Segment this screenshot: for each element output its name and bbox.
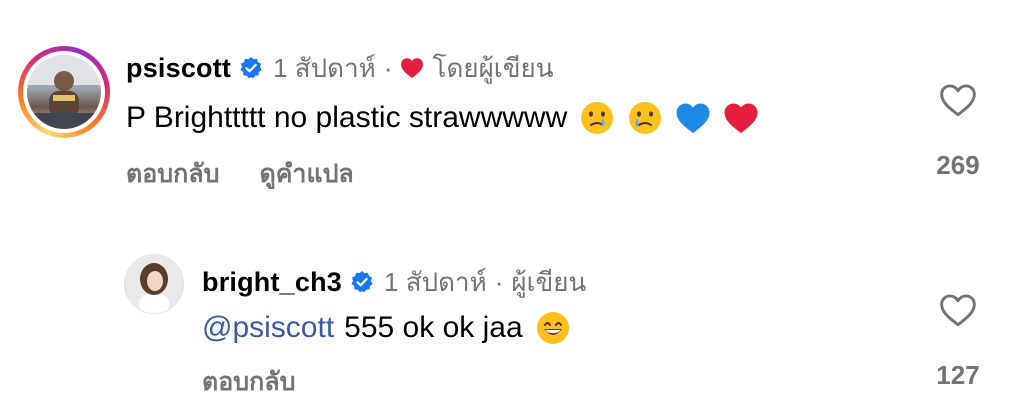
crying-face-emoji-icon	[627, 100, 663, 136]
grinning-face-emoji-icon	[535, 310, 571, 346]
comment-header: bright_ch3 1 สัปดาห์ · ผู้เขียน	[202, 262, 586, 302]
comment-time[interactable]: 1 สัปดาห์	[384, 262, 487, 303]
avatar[interactable]	[124, 254, 184, 314]
comment-actions: ตอบกลับ ดูคำแปล	[126, 154, 394, 194]
reply-button[interactable]: ตอบกลับ	[202, 362, 295, 402]
username[interactable]: bright_ch3	[202, 267, 342, 298]
verified-badge-icon	[351, 271, 373, 293]
comment-actions: ตอบกลับ	[202, 362, 335, 402]
like-count[interactable]: 269	[928, 150, 988, 181]
comment-item: psiscott 1 สัปดาห์ · โดยผู้เขียน P Brigh…	[0, 0, 1024, 210]
like-count[interactable]: 127	[928, 360, 988, 391]
comment-text-row: @psiscott 555 ok ok jaa	[202, 306, 571, 350]
comment-text-row: P Brighttttt no plastic strawwwww	[126, 96, 759, 140]
liked-by-author-heart-icon	[401, 58, 424, 78]
heart-outline-icon[interactable]	[938, 82, 978, 118]
heart-outline-icon[interactable]	[938, 292, 978, 328]
author-label: โดยผู้เขียน	[432, 52, 554, 83]
mention-link[interactable]: @psiscott	[202, 311, 334, 345]
see-translation-button[interactable]: ดูคำแปล	[259, 154, 353, 194]
separator: ·	[383, 52, 393, 83]
comment-text: 555 ok ok jaa	[344, 311, 523, 344]
red-heart-emoji-icon	[723, 100, 759, 136]
verified-badge-icon	[240, 57, 262, 79]
avatar	[27, 55, 101, 129]
separator: ·	[494, 266, 504, 297]
reply-button[interactable]: ตอบกลับ	[126, 154, 219, 194]
like-column: 269	[928, 82, 988, 181]
comment-header: psiscott 1 สัปดาห์ · โดยผู้เขียน	[126, 48, 553, 88]
avatar-story-ring[interactable]	[18, 46, 110, 138]
reply-item: bright_ch3 1 สัปดาห์ · ผู้เขียน @psiscot…	[0, 240, 1024, 415]
crying-face-emoji-icon	[579, 100, 615, 136]
like-column: 127	[928, 292, 988, 391]
comment-text: P Brighttttt no plastic strawwwww	[126, 101, 568, 134]
username[interactable]: psiscott	[126, 53, 231, 84]
comment-time[interactable]: 1 สัปดาห์	[273, 48, 376, 89]
blue-heart-emoji-icon	[675, 100, 711, 136]
author-label: ผู้เขียน	[511, 266, 587, 297]
